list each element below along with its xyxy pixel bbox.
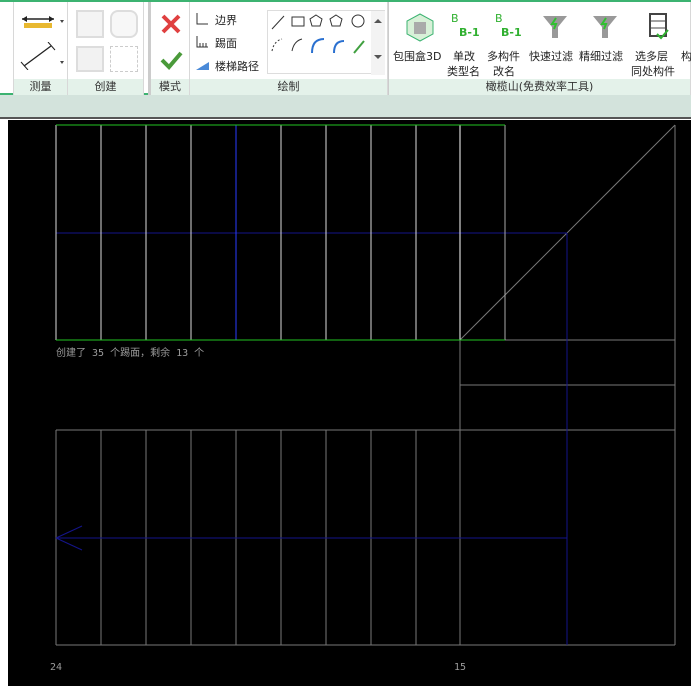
multi-rename-button[interactable]: B B-1 多构件 改名 [487, 8, 529, 78]
stair-path-icon [196, 62, 209, 70]
cube-icon [406, 13, 434, 42]
panel-label-ganlanshan: 橄榄山(免费效率工具) [389, 79, 690, 95]
panel-mode: 模式 [148, 2, 190, 95]
arrow-head [55, 537, 83, 551]
stack-icon [76, 46, 104, 72]
panel-draw: 边界 踢面 楼梯路径 绘制 [190, 2, 388, 95]
checkmark-icon [160, 51, 183, 70]
panel-label-draw: 绘制 [190, 79, 387, 95]
rename-type-button[interactable]: B B-1 单改 类型名 [447, 8, 487, 78]
draw-shapes-icons [271, 11, 385, 75]
cancel-edit-button[interactable] [159, 12, 183, 36]
boundary-button[interactable]: 边界 [195, 12, 265, 28]
component-icon [76, 10, 104, 38]
layers-check-icon [649, 13, 669, 40]
panel-create: 创建 [68, 2, 144, 95]
arrow-head [55, 525, 83, 539]
ribbon: 测量 创建 模式 边界 踢面 楼梯路径 绘制 包围盒3D B B-1 单改 类型… [0, 0, 691, 95]
riser-button[interactable]: 踢面 [195, 35, 265, 51]
level-label-right: 15 [454, 662, 467, 673]
panel-ganlanshan: 包围盒3D B B-1 单改 类型名 B B-1 多构件 改名 快速过滤 精细过… [388, 2, 691, 95]
finish-edit-button[interactable] [159, 48, 183, 72]
level-label-left: 24 [50, 662, 63, 673]
panel-label-create: 创建 [68, 79, 143, 95]
panel-label-measure: 测量 [14, 79, 67, 95]
bounding-box-3d-button[interactable]: 包围盒3D [391, 8, 447, 78]
drawing-canvas[interactable]: 创建了 35 个踢面，剩余 13 个 24 15 [8, 120, 691, 686]
draw-gallery[interactable] [267, 10, 385, 75]
measure-aligned-button[interactable] [19, 12, 64, 34]
status-text: 创建了 35 个踢面，剩余 13 个 [56, 348, 205, 359]
select-multi-level-button[interactable]: 选多层 同处构件 [631, 8, 681, 78]
stair-sketch [55, 124, 676, 646]
close-x-icon [161, 14, 181, 34]
riser-icon [196, 36, 208, 48]
stair-path-button[interactable]: 楼梯路径 [195, 58, 267, 74]
family-icon [110, 10, 138, 38]
measure-diagonal-icon [20, 41, 64, 71]
funnel-list-icon [593, 16, 617, 38]
panel-label-mode: 模式 [151, 79, 189, 95]
flow-icon [110, 46, 138, 72]
panel-measure: 测量 [13, 2, 68, 95]
boundary-icon [196, 13, 208, 25]
more-tool-button[interactable]: 构 [681, 48, 691, 64]
measure-between-button[interactable] [19, 41, 64, 71]
fine-filter-button[interactable]: 精细过滤 [579, 8, 629, 78]
options-bar [0, 95, 691, 119]
measure-ruler-icon [22, 16, 64, 28]
funnel-icon [543, 16, 567, 38]
quick-filter-button[interactable]: 快速过滤 [529, 8, 579, 78]
